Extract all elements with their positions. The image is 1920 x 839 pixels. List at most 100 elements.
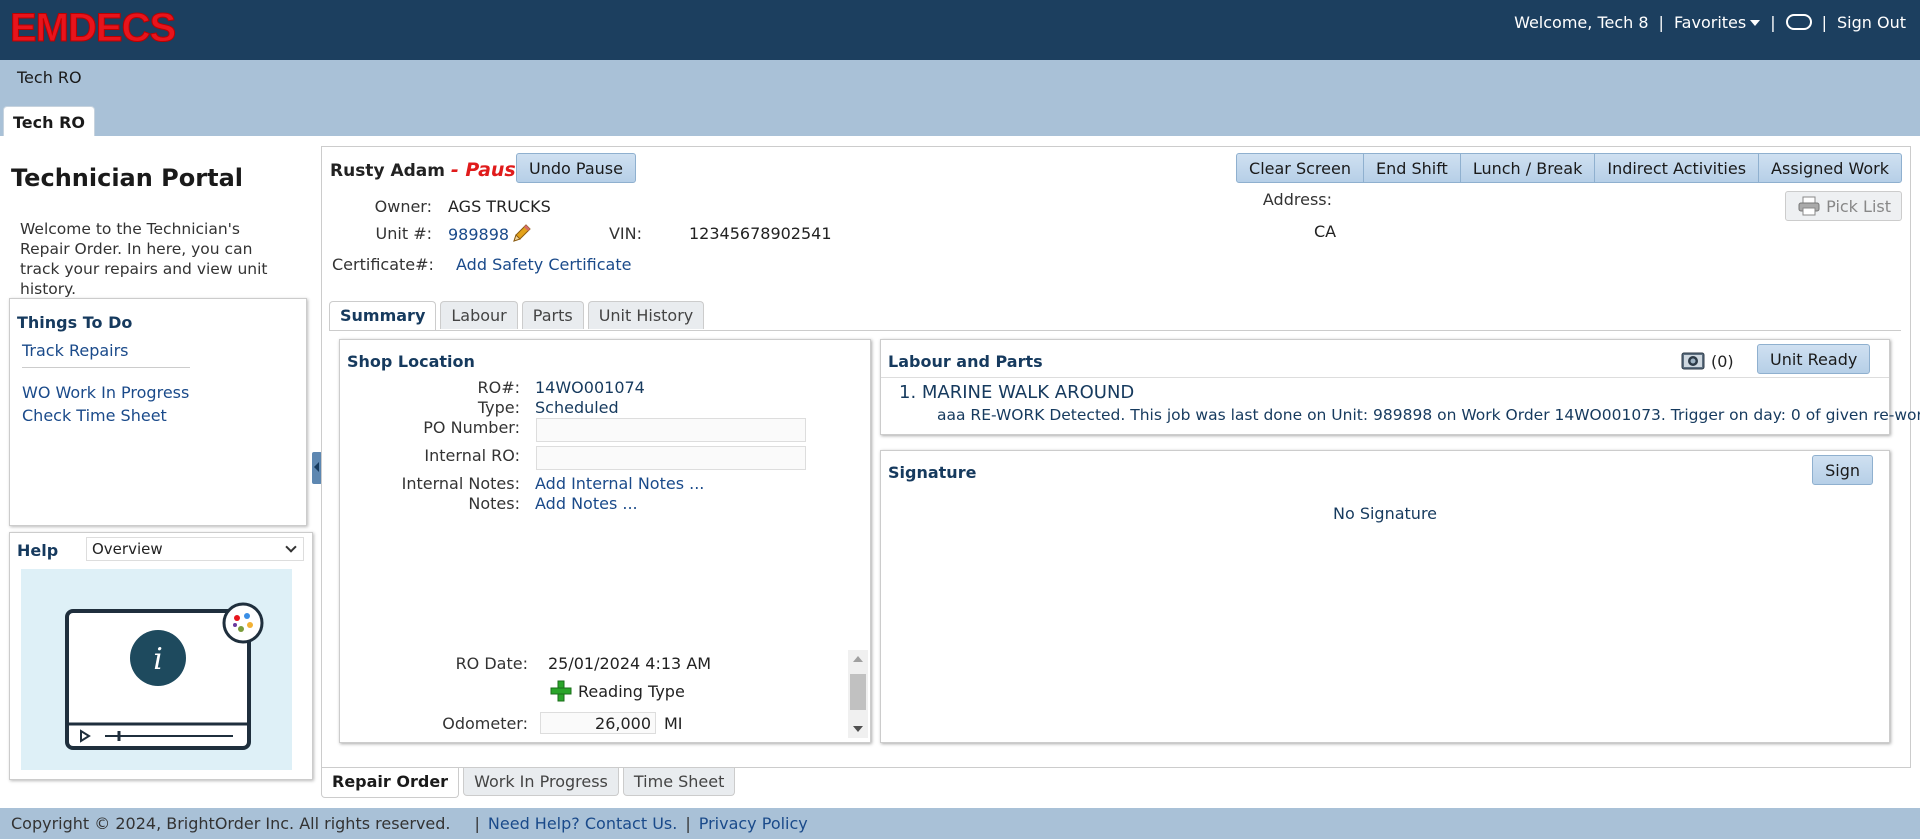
odometer-label: Odometer: (442, 714, 528, 733)
contact-us-link[interactable]: Need Help? Contact Us. (488, 814, 677, 833)
welcome-text: Welcome, Tech 8 (1514, 12, 1649, 32)
ro-number-label: RO#: (477, 378, 520, 397)
scroll-thumb[interactable] (850, 674, 866, 710)
tabs-divider (329, 330, 1901, 331)
tab-repair-order[interactable]: Repair Order (321, 768, 460, 798)
tab-summary[interactable]: Summary (329, 301, 437, 331)
left-sidebar: Technician Portal Welcome to the Technic… (0, 136, 322, 808)
caret-down-icon (1750, 20, 1761, 26)
po-number-input[interactable] (536, 418, 806, 442)
lunch-break-button[interactable]: Lunch / Break (1459, 153, 1596, 183)
odometer-unit: MI (664, 714, 683, 733)
tab-unit-history[interactable]: Unit History (587, 301, 705, 329)
track-repairs-link[interactable]: Track Repairs (22, 341, 129, 360)
end-shift-button[interactable]: End Shift (1362, 153, 1461, 183)
page-title: Tech RO (17, 68, 82, 87)
add-internal-notes-link[interactable]: Add Internal Notes ... (535, 474, 704, 493)
labour-parts-title: Labour and Parts (888, 352, 1043, 371)
scroll-up-arrow[interactable] (853, 656, 863, 662)
pick-list-button[interactable]: Pick List (1785, 191, 1902, 221)
tab-time-sheet[interactable]: Time Sheet (622, 768, 736, 796)
tab-tech-ro[interactable]: Tech RO (3, 106, 96, 136)
nav-separator: | (1770, 12, 1776, 32)
signature-title: Signature (888, 463, 977, 482)
page-content: Technician Portal Welcome to the Technic… (0, 136, 1920, 808)
labour-parts-panel: Labour and Parts (0) Unit Ready 1. MARIN… (880, 339, 1920, 435)
footer-separator: | (474, 814, 480, 833)
rework-note: aaa RE-WORK Detected. This job was last … (937, 406, 1920, 424)
pencil-icon[interactable] (510, 223, 532, 245)
assigned-work-button[interactable]: Assigned Work (1758, 153, 1902, 183)
ro-date-label: RO Date: (455, 654, 528, 673)
portal-title: Technician Portal (11, 164, 243, 192)
sub-header: Tech RO (0, 60, 1920, 136)
camera-icon[interactable] (1681, 350, 1705, 370)
svg-text:i: i (153, 642, 163, 677)
divider (22, 367, 190, 368)
scroll-down-arrow[interactable] (853, 726, 863, 732)
chat-icon[interactable] (1785, 14, 1812, 30)
vin-label: VIN: (608, 224, 642, 243)
unit-ready-button[interactable]: Unit Ready (1757, 344, 1871, 374)
owner-value: AGS TRUCKS (448, 197, 551, 216)
portal-description: Welcome to the Technician's Repair Order… (20, 220, 268, 298)
photo-count: (0) (1711, 352, 1734, 371)
tab-work-in-progress[interactable]: Work In Progress (463, 768, 619, 796)
technician-name: Rusty Adam (330, 161, 445, 181)
help-title: Help (17, 541, 59, 560)
clear-screen-button[interactable]: Clear Screen (1236, 153, 1364, 183)
nav-separator: | (1658, 12, 1664, 32)
repair-order-panel: Rusty Adam - Pause Undo Pause Clear Scre… (321, 146, 1920, 768)
tab-parts[interactable]: Parts (521, 301, 584, 329)
add-reading-plus-icon[interactable] (550, 680, 572, 702)
signature-panel: Signature Sign No Signature (880, 450, 1890, 743)
unit-link[interactable]: 989898 (448, 225, 509, 244)
help-video-thumbnail[interactable]: i (21, 569, 292, 770)
help-topic-select[interactable]: Overview (86, 537, 304, 561)
check-time-sheet-link[interactable]: Check Time Sheet (22, 406, 167, 425)
indirect-activities-button[interactable]: Indirect Activities (1594, 153, 1760, 183)
footer-separator: | (685, 814, 691, 833)
favorites-label: Favorites (1673, 12, 1747, 32)
shop-location-title: Shop Location (347, 352, 475, 371)
action-button-group: Clear Screen End Shift Lunch / Break Ind… (1236, 153, 1902, 183)
undo-pause-button[interactable]: Undo Pause (516, 153, 636, 183)
tab-labour[interactable]: Labour (440, 301, 518, 329)
favorites-menu[interactable]: Favorites (1673, 12, 1761, 32)
chevron-down-icon (285, 541, 297, 553)
emdecs-logo[interactable]: EMDECS (9, 6, 176, 51)
internal-ro-input[interactable] (536, 446, 806, 470)
ro-number-value: 14WO001074 (535, 378, 645, 397)
job-title[interactable]: 1. MARINE WALK AROUND (899, 382, 1134, 403)
wo-work-in-progress-link[interactable]: WO Work In Progress (22, 383, 189, 402)
owner-label: Owner: (374, 197, 432, 216)
shop-panel-scrollbar[interactable] (848, 650, 868, 738)
unit-label: Unit #: (375, 224, 432, 243)
vin-value: 12345678902541 (689, 224, 832, 243)
odometer-input[interactable]: 26,000 (540, 712, 656, 734)
reading-type-label: Reading Type (578, 682, 685, 701)
internal-notes-label: Internal Notes: (401, 474, 520, 493)
technician-status: Rusty Adam - Pause (330, 159, 529, 181)
sign-button[interactable]: Sign (1812, 455, 1873, 485)
help-box: Help Overview i (9, 532, 313, 780)
top-header: EMDECS Welcome, Tech 8 | Favorites | | S… (0, 0, 1920, 60)
add-safety-certificate-link[interactable]: Add Safety Certificate (456, 255, 631, 274)
nav-separator: | (1821, 12, 1827, 32)
video-player-illustration: i (65, 602, 264, 750)
po-number-label: PO Number: (423, 418, 520, 437)
internal-ro-label: Internal RO: (424, 446, 520, 465)
shop-location-panel: Shop Location RO#: 14WO001074 Type: Sche… (339, 339, 871, 743)
ro-date-value: 25/01/2024 4:13 AM (548, 654, 712, 673)
ro-tabs: Summary Labour Parts Unit History (329, 301, 705, 331)
add-notes-link[interactable]: Add Notes ... (535, 494, 638, 513)
printer-icon (1798, 196, 1820, 216)
address-state: CA (1314, 222, 1337, 241)
divider (881, 377, 1889, 378)
privacy-policy-link[interactable]: Privacy Policy (699, 814, 808, 833)
signature-status: No Signature (1332, 504, 1438, 523)
footer: Copyright © 2024, BrightOrder Inc. All r… (0, 808, 1920, 839)
help-topic-value: Overview (92, 540, 163, 558)
sign-out-link[interactable]: Sign Out (1837, 13, 1906, 32)
certificate-label: Certificate#: (332, 255, 434, 274)
